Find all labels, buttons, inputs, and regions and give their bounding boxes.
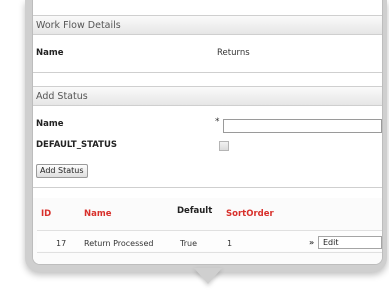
col-header-name[interactable]: Name — [84, 209, 111, 219]
cell-id: 17 — [56, 239, 67, 248]
add-status-header: Add Status — [33, 86, 382, 106]
default-status-label: DEFAULT_STATUS — [36, 140, 117, 150]
divider — [33, 187, 382, 188]
workflow-name-value: Returns — [217, 48, 250, 58]
cell-sort-order: 1 — [227, 239, 233, 248]
col-header-default: Default — [177, 206, 213, 216]
cell-name: Return Processed — [84, 239, 154, 248]
workflow-details-header: Work Flow Details — [33, 15, 382, 35]
edit-arrow-icon: » — [309, 238, 315, 247]
workflow-name-label: Name — [36, 48, 64, 58]
status-name-label: Name — [36, 119, 64, 129]
default-status-checkbox[interactable] — [219, 141, 229, 151]
workflow-popup: Work Flow Details Name Returns Add Statu… — [25, 0, 387, 272]
required-marker: * — [215, 117, 220, 127]
popup-pointer — [194, 268, 222, 284]
col-header-sortorder[interactable]: SortOrder — [226, 209, 274, 219]
popup-content: Work Flow Details Name Returns Add Statu… — [32, 0, 383, 265]
col-header-id[interactable]: ID — [41, 209, 51, 219]
edit-button[interactable]: Edit — [318, 236, 382, 249]
divider — [33, 72, 382, 73]
add-status-button[interactable]: Add Status — [36, 164, 88, 178]
row-divider — [37, 252, 382, 253]
cell-default: True — [180, 239, 197, 248]
status-name-input[interactable] — [223, 119, 382, 133]
